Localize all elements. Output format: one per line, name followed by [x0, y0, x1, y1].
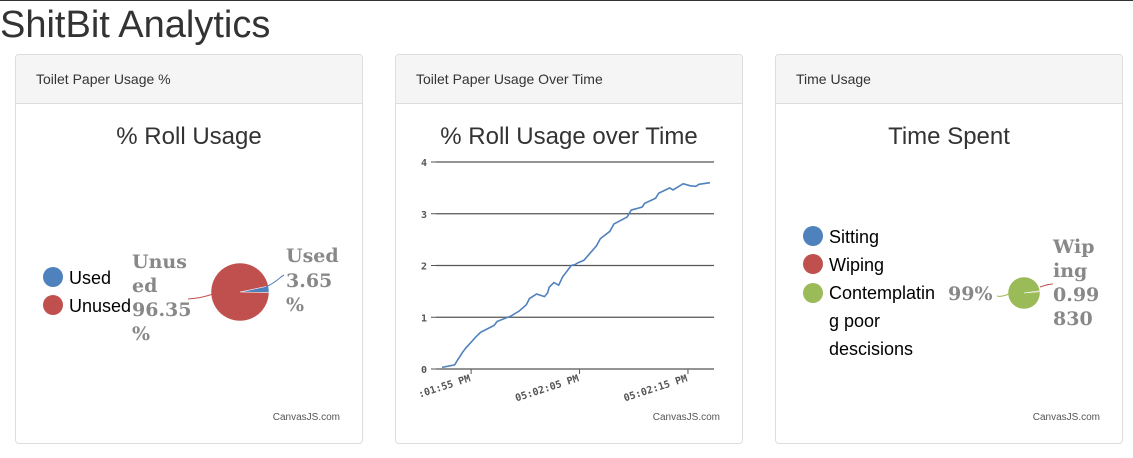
- x-tick-label: 05:02:15 PM: [622, 373, 688, 404]
- y-tick-label: 2: [421, 262, 427, 273]
- legend-marker-sitting[interactable]: [803, 226, 823, 246]
- canvasjs-credit-link[interactable]: CanvasJS.com: [273, 412, 340, 423]
- y-tick-label: 4: [421, 158, 427, 169]
- index-label-contemplating: 99%: [948, 283, 993, 305]
- legend-marker-contemplating[interactable]: [803, 283, 823, 303]
- page-title: ShitBit Analytics: [0, 4, 271, 46]
- panel-toilet-paper-usage: Toilet Paper Usage % % Roll Usage Used U…: [15, 54, 363, 444]
- index-connector-used: [265, 274, 285, 288]
- legend-label-contemplating-line1[interactable]: Contemplatin: [829, 283, 935, 303]
- legend-label-contemplating-line2[interactable]: g poor: [829, 311, 880, 331]
- legend-label-contemplating-line3[interactable]: descisions: [829, 339, 913, 359]
- y-tick-label: 0: [421, 365, 427, 376]
- index-label-used-line2: 3.65: [286, 270, 332, 292]
- pie-slice-contemplating-poor-descisions[interactable]: [1007, 276, 1041, 310]
- index-label-wiping-line2: ing: [1053, 260, 1087, 282]
- legend-label-used[interactable]: Used: [69, 268, 111, 288]
- legend-label-wiping[interactable]: Wiping: [829, 255, 884, 275]
- roll-usage-pie-chart: Used Unused Used 3.65 % Unus ed 96.35 %: [43, 245, 339, 345]
- x-tick-label: 05:02:05 PM: [514, 373, 580, 404]
- index-label-unused-line2: ed: [132, 275, 157, 297]
- index-label-unused-line3: 96.35: [132, 299, 192, 321]
- legend-marker-used[interactable]: [43, 267, 63, 287]
- index-connector-contemplating: [996, 293, 1010, 297]
- panel-time-usage: Time Usage Time Spent Sitting Wiping Con…: [775, 54, 1123, 444]
- index-connector-wiping: [1039, 283, 1054, 288]
- index-label-wiping-line4: 830: [1053, 308, 1093, 330]
- index-label-used-line3: %: [286, 294, 304, 316]
- index-label-unused-line1: Unus: [132, 251, 187, 273]
- roll-usage-line-chart: 0 1 2 3 4 :01:55 PM 05:02:05 PM 05:02:15 PM: [417, 158, 714, 404]
- legend-label-sitting[interactable]: Sitting: [829, 227, 879, 247]
- top-border: [0, 0, 1133, 1]
- panel-usage-over-time: Toilet Paper Usage Over Time % Roll Usag…: [395, 54, 743, 444]
- index-connector-unused: [187, 293, 214, 300]
- legend-marker-unused[interactable]: [43, 295, 63, 315]
- canvasjs-credit-link[interactable]: CanvasJS.com: [653, 412, 720, 423]
- y-tick-label: 3: [421, 210, 427, 221]
- legend-label-unused[interactable]: Unused: [69, 296, 131, 316]
- index-label-wiping-line3: 0.99: [1053, 284, 1099, 306]
- index-label-wiping-line1: Wip: [1052, 236, 1095, 258]
- index-label-used-line1: Used: [286, 245, 339, 267]
- index-label-unused-line4: %: [132, 323, 150, 345]
- y-tick-label: 1: [421, 313, 427, 324]
- x-tick-label: :01:55 PM: [417, 373, 472, 400]
- canvasjs-credit-link[interactable]: CanvasJS.com: [1033, 412, 1100, 423]
- time-spent-pie-chart: Sitting Wiping Contemplatin g poor desci…: [803, 226, 1099, 359]
- usage-series-line[interactable]: [441, 181, 711, 369]
- legend-marker-wiping[interactable]: [803, 254, 823, 274]
